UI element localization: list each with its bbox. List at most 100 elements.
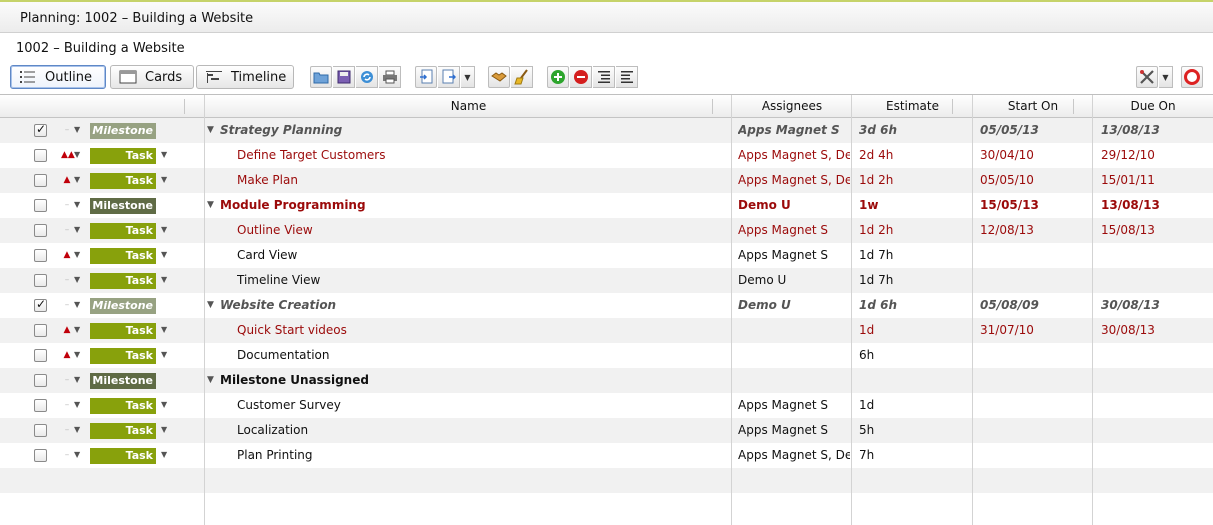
item-estimate[interactable]: 1w bbox=[859, 193, 969, 218]
item-start-date[interactable]: 05/05/13 bbox=[980, 118, 1090, 143]
completed-checkbox[interactable] bbox=[34, 249, 47, 262]
item-due-date[interactable] bbox=[1101, 268, 1211, 293]
priority-indicator[interactable]: – bbox=[61, 397, 73, 413]
item-name[interactable]: Timeline View bbox=[237, 268, 727, 293]
item-due-date[interactable] bbox=[1101, 393, 1211, 418]
item-start-date[interactable]: 31/07/10 bbox=[980, 318, 1090, 343]
type-dropdown-icon[interactable]: ▼ bbox=[161, 147, 170, 163]
item-type-badge[interactable]: Task bbox=[90, 348, 156, 364]
item-type-badge[interactable]: Task bbox=[90, 173, 156, 189]
priority-indicator[interactable]: – bbox=[61, 297, 73, 313]
priority-indicator[interactable]: ▲ bbox=[61, 322, 73, 338]
item-estimate[interactable]: 1d 7h bbox=[859, 243, 969, 268]
item-due-date[interactable]: 13/08/13 bbox=[1101, 193, 1211, 218]
priority-dropdown-icon[interactable]: ▼ bbox=[74, 172, 83, 188]
task-row[interactable]: ▲ ▼ Task ▼ Quick Start videos 1d 31/07/10 30/08… bbox=[0, 318, 1213, 343]
item-start-date[interactable] bbox=[980, 443, 1090, 468]
item-start-date[interactable] bbox=[980, 268, 1090, 293]
item-estimate[interactable]: 5h bbox=[859, 418, 969, 443]
refresh-button[interactable] bbox=[356, 66, 378, 88]
type-dropdown-icon[interactable]: ▼ bbox=[161, 172, 170, 188]
item-estimate[interactable]: 1d 2h bbox=[859, 218, 969, 243]
completed-checkbox[interactable] bbox=[34, 449, 47, 462]
priority-dropdown-icon[interactable]: ▼ bbox=[74, 397, 83, 413]
priority-dropdown-icon[interactable]: ▼ bbox=[74, 247, 83, 263]
item-assignees[interactable]: Apps Magnet S, De bbox=[738, 443, 850, 468]
completed-checkbox[interactable] bbox=[34, 324, 47, 337]
milestone-row[interactable]: –▼Milestone▼Website CreationDemo U1d 6h0… bbox=[0, 293, 1213, 318]
column-header-start-on[interactable]: Start On bbox=[973, 95, 1093, 117]
item-type-badge[interactable]: Task bbox=[90, 398, 156, 414]
priority-dropdown-icon[interactable]: ▼ bbox=[74, 272, 83, 288]
type-dropdown-icon[interactable]: ▼ bbox=[161, 247, 170, 263]
export-button[interactable] bbox=[438, 66, 460, 88]
item-name[interactable]: Customer Survey bbox=[237, 393, 727, 418]
item-estimate[interactable]: 1d bbox=[859, 318, 969, 343]
completed-checkbox[interactable] bbox=[34, 149, 47, 162]
item-due-date[interactable] bbox=[1101, 443, 1211, 468]
type-dropdown-icon[interactable]: ▼ bbox=[161, 397, 170, 413]
item-name[interactable]: Define Target Customers bbox=[237, 143, 727, 168]
type-dropdown-icon[interactable]: ▼ bbox=[161, 347, 170, 363]
priority-indicator[interactable]: – bbox=[61, 447, 73, 463]
type-dropdown-icon[interactable]: ▼ bbox=[161, 272, 170, 288]
task-row[interactable]: – ▼ Task ▼ Timeline View Demo U 1d 7h bbox=[0, 268, 1213, 293]
item-type-badge[interactable]: Task bbox=[90, 223, 156, 239]
item-start-date[interactable]: 05/05/10 bbox=[980, 168, 1090, 193]
priority-dropdown-icon[interactable]: ▼ bbox=[74, 347, 83, 363]
item-due-date[interactable]: 29/12/10 bbox=[1101, 143, 1211, 168]
item-start-date[interactable]: 05/08/09 bbox=[980, 293, 1090, 318]
item-type-badge[interactable]: Milestone bbox=[90, 298, 156, 314]
settings-dropdown[interactable]: ▼ bbox=[1159, 66, 1173, 88]
priority-dropdown-icon[interactable]: ▼ bbox=[74, 322, 83, 338]
item-start-date[interactable]: 12/08/13 bbox=[980, 218, 1090, 243]
print-button[interactable] bbox=[379, 66, 401, 88]
item-name[interactable]: Module Programming bbox=[220, 193, 710, 218]
item-assignees[interactable]: Demo U bbox=[738, 193, 850, 218]
task-row[interactable]: – ▼ Task ▼ Customer Survey Apps Magnet S 1d bbox=[0, 393, 1213, 418]
item-due-date[interactable] bbox=[1101, 418, 1211, 443]
column-header-assignees[interactable]: Assignees bbox=[732, 95, 852, 117]
outline-view-button[interactable]: Outline bbox=[10, 65, 106, 89]
item-type-badge[interactable]: Task bbox=[90, 273, 156, 289]
import-button[interactable] bbox=[415, 66, 437, 88]
item-start-date[interactable] bbox=[980, 393, 1090, 418]
export-dropdown[interactable]: ▼ bbox=[461, 66, 475, 88]
completed-checkbox[interactable] bbox=[34, 349, 47, 362]
completed-checkbox[interactable] bbox=[34, 424, 47, 437]
item-assignees[interactable]: Apps Magnet S bbox=[738, 218, 850, 243]
indent-button[interactable] bbox=[593, 66, 615, 88]
item-type-badge[interactable]: Task bbox=[90, 248, 156, 264]
priority-indicator[interactable]: – bbox=[61, 422, 73, 438]
item-start-date[interactable]: 15/05/13 bbox=[980, 193, 1090, 218]
add-item-button[interactable] bbox=[547, 66, 569, 88]
completed-checkbox[interactable] bbox=[34, 174, 47, 187]
item-start-date[interactable] bbox=[980, 243, 1090, 268]
priority-dropdown-icon[interactable]: ▼ bbox=[74, 222, 83, 238]
priority-indicator[interactable]: – bbox=[61, 122, 73, 138]
item-estimate[interactable]: 6h bbox=[859, 343, 969, 368]
item-assignees[interactable]: Apps Magnet S, De bbox=[738, 143, 850, 168]
item-start-date[interactable] bbox=[980, 418, 1090, 443]
item-assignees[interactable] bbox=[738, 368, 850, 393]
priority-indicator[interactable]: ▲ bbox=[61, 172, 73, 188]
completed-checkbox[interactable] bbox=[34, 122, 47, 137]
priority-indicator[interactable]: ▲ bbox=[61, 347, 73, 363]
type-dropdown-icon[interactable]: ▼ bbox=[161, 322, 170, 338]
item-type-badge[interactable]: Task bbox=[90, 148, 156, 164]
item-estimate[interactable]: 3d 6h bbox=[859, 118, 969, 143]
priority-dropdown-icon[interactable]: ▼ bbox=[74, 372, 83, 388]
item-name[interactable]: Card View bbox=[237, 243, 727, 268]
milestone-row[interactable]: –▼Milestone▼Strategy PlanningApps Magnet… bbox=[0, 118, 1213, 143]
item-due-date[interactable]: 13/08/13 bbox=[1101, 118, 1211, 143]
task-row[interactable]: ▲ ▼ Task ▼ Documentation 6h bbox=[0, 343, 1213, 368]
item-type-badge[interactable]: Task bbox=[90, 423, 156, 439]
expand-triangle-icon[interactable]: ▼ bbox=[207, 297, 214, 313]
priority-dropdown-icon[interactable]: ▼ bbox=[74, 297, 83, 313]
item-name[interactable]: Localization bbox=[237, 418, 727, 443]
item-assignees[interactable] bbox=[738, 343, 850, 368]
priority-indicator[interactable]: ▲▲ bbox=[61, 147, 75, 163]
column-header-name[interactable]: Name bbox=[205, 95, 732, 117]
item-assignees[interactable]: Demo U bbox=[738, 293, 850, 318]
item-name[interactable]: Outline View bbox=[237, 218, 727, 243]
